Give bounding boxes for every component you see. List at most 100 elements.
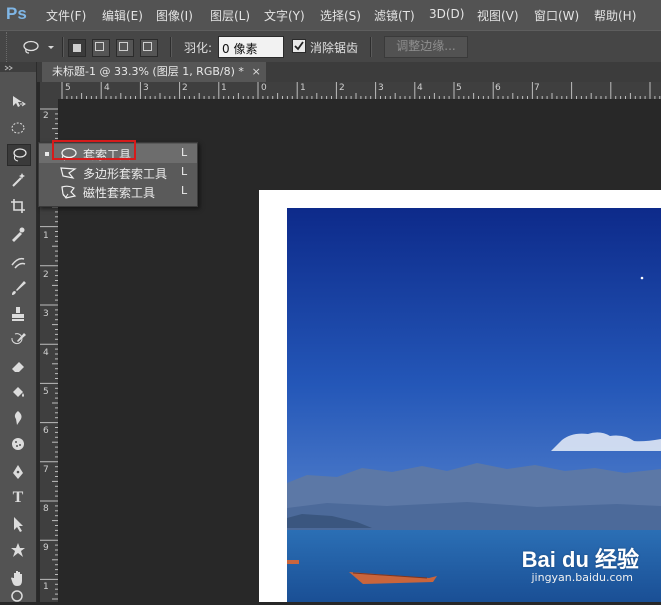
ruler-label: 2 <box>339 83 345 93</box>
ruler-label: 3 <box>43 309 49 319</box>
history-brush-icon <box>11 333 26 345</box>
document-tab[interactable]: 未标题-1 @ 33.3% (图层 1, RGB/8) * × <box>42 62 266 82</box>
feather-label: 羽化: <box>184 41 213 55</box>
toolbar-header[interactable] <box>0 62 36 72</box>
subtract-selection-button[interactable] <box>116 39 134 57</box>
lasso-icon <box>13 148 27 162</box>
ruler-origin[interactable] <box>40 82 60 99</box>
healing-tool[interactable] <box>7 252 29 272</box>
antialias-checkbox[interactable] <box>292 39 306 53</box>
eyedropper-icon <box>12 227 25 242</box>
ruler-label: 7 <box>534 83 540 93</box>
eyedropper-tool[interactable] <box>7 224 29 244</box>
options-bar: 羽化: 0 像素 消除锯齿 调整边缘... <box>0 30 661 64</box>
stamp-tool[interactable] <box>7 304 29 324</box>
move-tool[interactable] <box>7 92 29 112</box>
ruler-label: 4 <box>104 83 110 93</box>
menu-type[interactable]: 文字(Y) <box>264 7 305 24</box>
ruler-label: 5 <box>65 83 71 93</box>
history-brush-tool[interactable] <box>7 330 29 350</box>
path-selection-icon <box>14 517 23 532</box>
elliptical-marquee-icon <box>11 122 25 134</box>
brush-icon <box>12 281 26 295</box>
type-tool[interactable]: T <box>7 488 29 508</box>
brush-tool[interactable] <box>7 278 29 298</box>
path-select-tool[interactable] <box>7 514 29 534</box>
ruler-label: 1 <box>300 83 306 93</box>
gradient-tool[interactable] <box>7 382 29 402</box>
watermark-brand: Bai du 经验 <box>521 547 639 572</box>
paint-bucket-icon <box>13 387 24 397</box>
flyout-item-magnetic-lasso[interactable]: 磁性套索工具 L <box>39 182 197 201</box>
menu-select[interactable]: 选择(S) <box>320 7 361 24</box>
menu-image[interactable]: 图像(I) <box>156 7 193 24</box>
feather-value: 0 像素 <box>222 42 258 56</box>
intersect-selection-button[interactable] <box>140 39 158 57</box>
ruler-label: 5 <box>43 387 49 397</box>
options-grip[interactable] <box>6 32 10 62</box>
ruler-label: 4 <box>43 348 49 358</box>
pen-icon <box>13 465 23 479</box>
crop-tool[interactable] <box>7 196 29 216</box>
antialias-label: 消除锯齿 <box>310 41 359 55</box>
eraser-icon <box>12 362 24 372</box>
ruler-label: 1 <box>43 231 49 241</box>
magic-wand-tool[interactable] <box>7 170 29 190</box>
new-selection-button[interactable] <box>68 39 86 57</box>
feather-input[interactable]: 0 像素 <box>218 36 284 58</box>
ruler-label: 4 <box>417 83 423 93</box>
menu-help[interactable]: 帮助(H) <box>594 7 636 24</box>
menu-filter[interactable]: 滤镜(T) <box>374 7 415 24</box>
flyout-item-polygonal-lasso[interactable]: 多边形套索工具 L <box>39 163 197 182</box>
shape-tool[interactable] <box>7 540 29 560</box>
ruler-ticks <box>61 82 661 99</box>
zoom-tool[interactable] <box>7 590 29 602</box>
pen-tool[interactable] <box>7 462 29 482</box>
ruler-label: 3 <box>378 83 384 93</box>
ruler-label: 1 <box>43 582 49 592</box>
menu-view[interactable]: 视图(V) <box>477 7 519 24</box>
watermark-url: jingyan.baidu.com <box>531 571 633 584</box>
tool-preset-picker[interactable] <box>20 37 58 57</box>
ruler-label: 0 <box>261 83 267 93</box>
zoom-icon <box>11 590 23 602</box>
menu-window[interactable]: 窗口(W) <box>534 7 579 24</box>
ruler-label: 8 <box>43 504 49 514</box>
magnetic-lasso-icon <box>61 185 77 199</box>
lasso-icon <box>23 40 54 54</box>
refine-edge-button[interactable]: 调整边缘... <box>384 36 468 58</box>
crop-icon <box>11 199 25 213</box>
ruler-label: 6 <box>495 83 501 93</box>
menu-3d[interactable]: 3D(D) <box>429 7 464 21</box>
flyout-item-shortcut: L <box>181 165 188 178</box>
ruler-label: 9 <box>43 543 49 553</box>
menu-layer[interactable]: 图层(L) <box>210 7 250 24</box>
app-logo: Ps <box>6 4 27 23</box>
horizontal-ruler[interactable]: 5 4 3 2 1 0 1 2 3 4 5 6 7 <box>60 82 661 100</box>
menu-file[interactable]: 文件(F) <box>46 7 86 24</box>
flyout-item-label: 多边形套索工具 <box>83 167 168 181</box>
lasso-tool[interactable] <box>7 144 31 166</box>
hand-tool[interactable] <box>7 568 29 588</box>
healing-brush-icon <box>11 257 26 269</box>
dodge-tool[interactable] <box>7 434 29 454</box>
flyout-item-label: 磁性套索工具 <box>83 186 156 200</box>
menu-edit[interactable]: 编辑(E) <box>102 7 143 24</box>
selected-bullet <box>45 152 49 156</box>
flyout-item-shortcut: L <box>181 146 188 159</box>
ruler-label: 1 <box>221 83 227 93</box>
ruler-label: 5 <box>456 83 462 93</box>
custom-shape-icon <box>11 543 25 557</box>
ruler-label: 3 <box>143 83 149 93</box>
annotation-highlight-box <box>52 140 136 160</box>
eraser-tool[interactable] <box>7 356 29 376</box>
close-icon[interactable]: × <box>252 62 261 82</box>
magic-wand-icon <box>12 173 25 187</box>
add-selection-button[interactable] <box>92 39 110 57</box>
collapse-arrows-icon <box>4 65 13 71</box>
marquee-tool[interactable] <box>7 118 29 138</box>
polygonal-lasso-icon <box>60 167 77 179</box>
ruler-label: 6 <box>43 426 49 436</box>
ruler-label: 2 <box>43 270 49 280</box>
blur-tool[interactable] <box>7 408 29 428</box>
